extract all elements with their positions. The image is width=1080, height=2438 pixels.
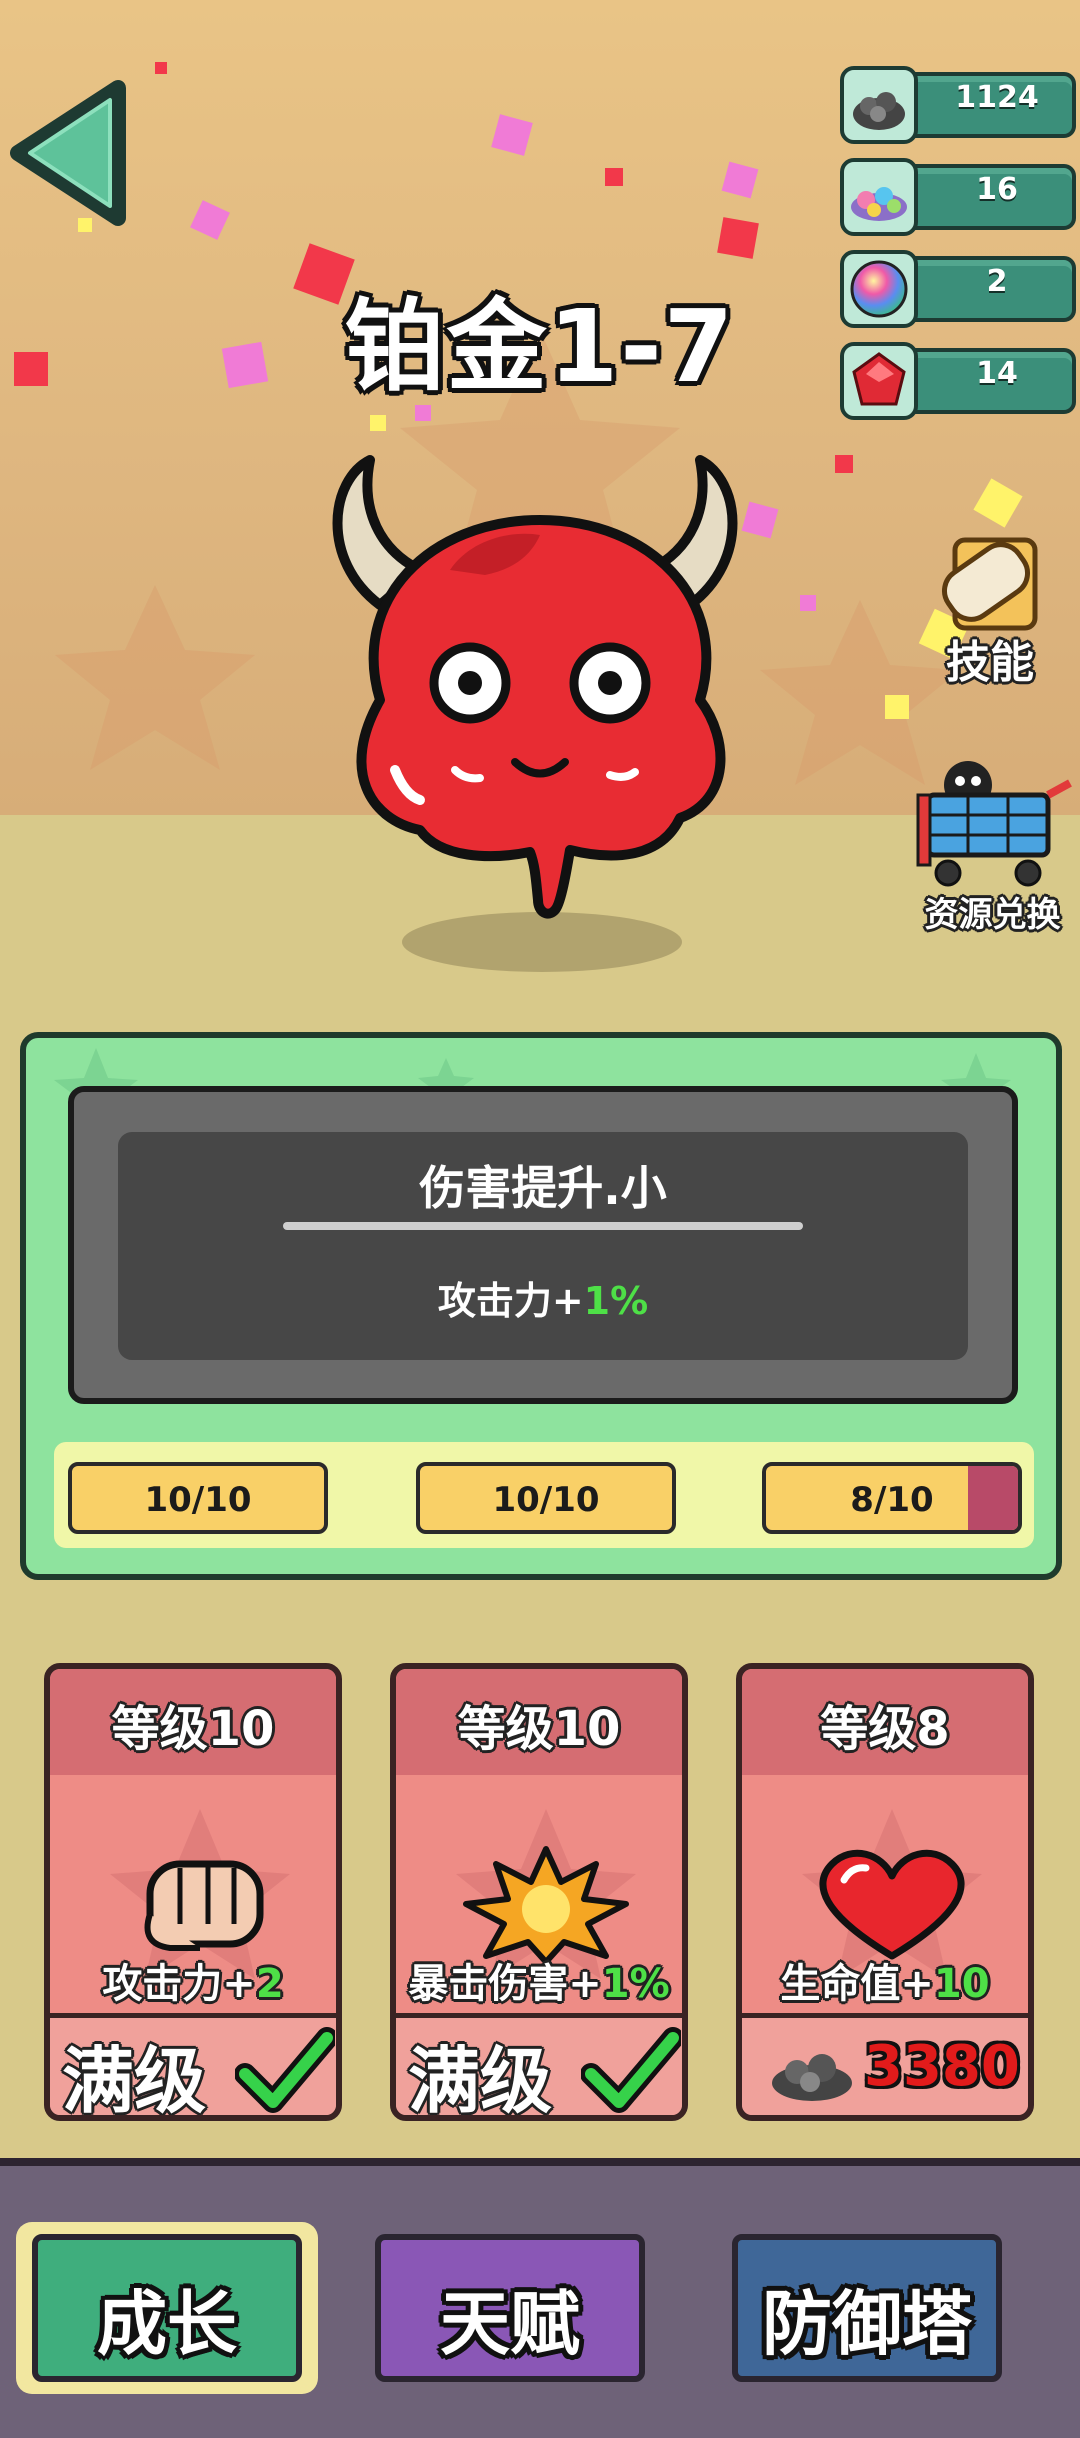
skill-progress-bar[interactable]: 10/10 [416,1462,676,1534]
card-level: 等级10 [457,1701,621,1757]
resource-red-gem: 14 [840,342,1078,420]
tab-talent[interactable]: 天赋 [375,2234,645,2382]
ore-pile-icon [772,2054,852,2101]
resource-value: 2 [986,264,1008,299]
card-header: 等级10 [396,1669,682,1775]
resource-exchange-button[interactable]: 资源兑换 [905,755,1080,945]
card-bonus: 暴击伤害+1% [396,1951,682,2009]
progress-label: 8/10 [850,1480,934,1520]
resource-value: 14 [976,356,1018,391]
card-header: 等级10 [50,1669,336,1775]
skill-desc-value: 1% [583,1279,649,1323]
card-bonus-value: 10 [933,1961,990,2007]
rainbow-orb-icon [840,250,918,328]
card-bonus-prefix: 攻击力+ [102,1961,256,2007]
divider [283,1222,803,1230]
back-arrow-icon [10,80,126,226]
bottom-nav: 成长 天赋 防御塔 [0,2158,1080,2438]
red-slime-monster [332,455,738,972]
card-header: 等级8 [742,1669,1028,1775]
card-bonus-value: 2 [255,1961,284,2007]
skill-progress-strip: 10/10 10/10 8/10 [54,1442,1034,1548]
skill-description: 攻击力+1% [118,1270,968,1325]
resource-orb: 2 [840,250,1078,328]
skill-name: 伤害提升.小 [419,1161,667,1215]
heart-icon [819,1849,965,1960]
card-max-level-button[interactable]: 满级 [396,2013,682,2115]
resource-gems: 16 [840,158,1078,236]
upgrade-card-health[interactable]: 等级8 生命值+10 3380 [736,1663,1034,2121]
card-upgrade-button[interactable]: 3380 [742,2013,1028,2115]
skill-desc-prefix: 攻击力+ [437,1279,584,1323]
red-gem-icon [840,342,918,420]
gems-pile-icon [840,158,918,236]
max-level-label: 满级 [408,2039,553,2121]
card-level: 等级10 [111,1701,275,1757]
confetti [800,595,816,611]
tab-growth[interactable]: 成长 [32,2234,302,2382]
confetti [717,217,759,259]
card-bonus-value: 1% [601,1961,670,2007]
tab-defense-tower[interactable]: 防御塔 [732,2234,1002,2382]
skills-button[interactable]: 技能 [905,520,1075,710]
card-bonus: 攻击力+2 [50,1951,336,2009]
checkmark-icon [581,2027,681,2113]
resource-value: 16 [976,172,1018,207]
confetti [605,168,623,186]
upgrade-cost: 3380 [864,2034,1020,2099]
ore-pile-icon [840,66,918,144]
fist-icon [144,1860,264,1951]
skill-info-inner: 伤害提升.小 攻击力+1% [118,1132,968,1360]
skill-info-screen: 伤害提升.小 攻击力+1% [68,1086,1018,1404]
explosion-icon [463,1846,629,1964]
shopping-cart-icon [916,761,1072,887]
back-button[interactable] [10,78,130,228]
confetti [221,341,269,389]
skill-panel: 伤害提升.小 攻击力+1% 10/10 10/10 8/10 [20,1032,1062,1580]
card-level: 等级8 [820,1701,950,1757]
card-bonus-prefix: 暴击伤害+ [408,1961,602,2007]
skill-progress-bar[interactable]: 10/10 [68,1462,328,1534]
confetti [14,352,48,386]
upgrade-card-attack[interactable]: 等级10 攻击力+2 满级 [44,1663,342,2121]
upgrade-card-crit[interactable]: 等级10 暴击伤害+1% 满级 [390,1663,688,2121]
confetti [155,62,167,74]
stage-title: 铂金1-7 [344,288,736,405]
card-bonus-prefix: 生命值+ [780,1961,934,2007]
confetti [835,455,853,473]
progress-label: 10/10 [144,1480,252,1520]
tab-label: 防御塔 [762,2283,972,2365]
skill-progress-bar[interactable]: 8/10 [762,1462,1022,1534]
resource-value: 1124 [955,80,1039,115]
checkmark-icon [235,2027,335,2113]
tab-label: 天赋 [440,2283,580,2365]
resource-exchange-label: 资源兑换 [924,895,1061,935]
max-level-label: 满级 [62,2039,207,2121]
confetti [370,415,386,431]
tab-label: 成长 [97,2283,237,2365]
card-bonus: 生命值+10 [742,1951,1028,2009]
progress-label: 10/10 [492,1480,600,1520]
resource-ore: 1124 [840,66,1078,144]
card-max-level-button[interactable]: 满级 [50,2013,336,2115]
